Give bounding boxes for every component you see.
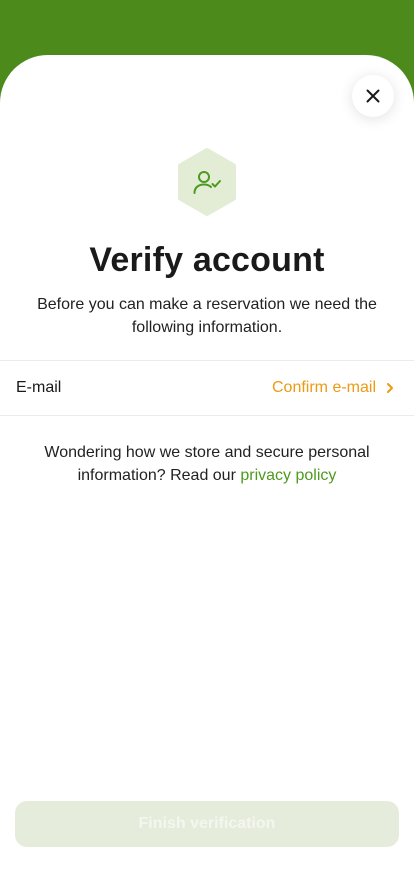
divider: [0, 415, 414, 416]
page-title: Verify account: [89, 241, 325, 279]
email-row[interactable]: E-mail Confirm e-mail: [0, 361, 414, 415]
page-subtitle: Before you can make a reservation we nee…: [37, 296, 377, 336]
privacy-note: Wondering how we store and secure person…: [30, 441, 384, 487]
close-icon: [366, 89, 380, 103]
confirm-email-link[interactable]: Confirm e-mail: [272, 379, 394, 397]
chevron-right-icon: [387, 383, 393, 393]
privacy-policy-link[interactable]: privacy policy: [240, 467, 336, 484]
confirm-email-label: Confirm e-mail: [271, 379, 376, 396]
close-button[interactable]: [352, 75, 394, 117]
email-row-label: E-mail: [16, 379, 62, 396]
finish-verification-button[interactable]: Finish verification: [15, 801, 399, 847]
verification-sheet: Verify account Before you can make a res…: [0, 55, 414, 896]
verify-badge: [178, 148, 236, 216]
